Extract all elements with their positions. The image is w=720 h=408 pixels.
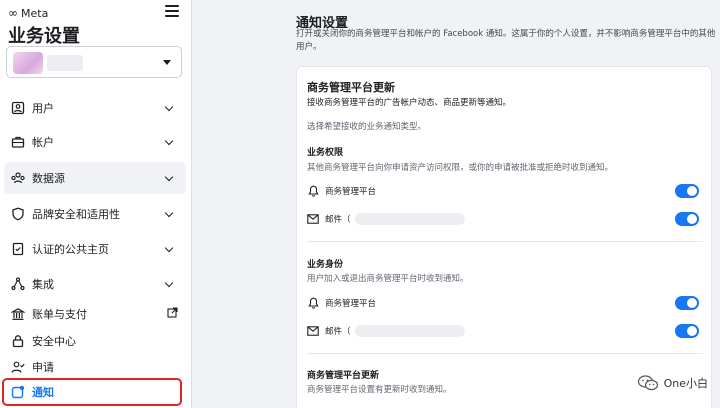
section-title-business-identity: 业务身份 bbox=[307, 260, 344, 270]
business-name-redacted bbox=[47, 55, 83, 71]
chevron-down-icon bbox=[164, 172, 174, 182]
notification-row: 邮件（ bbox=[307, 210, 707, 228]
sidebar-item-label: 数据源 bbox=[32, 172, 65, 185]
mail-icon bbox=[307, 213, 319, 225]
sidebar-item-notifications[interactable]: 通知 bbox=[2, 378, 182, 406]
chevron-down-icon bbox=[164, 243, 174, 253]
section-divider bbox=[307, 241, 703, 242]
row-label: 邮件（ bbox=[325, 215, 351, 225]
sidebar-item-users[interactable]: 用户 bbox=[4, 92, 186, 124]
section-divider bbox=[307, 353, 703, 354]
sidebar-title: 业务设置 bbox=[8, 26, 80, 47]
user-badge-icon bbox=[10, 100, 26, 116]
notification-row: 邮件（ bbox=[307, 322, 707, 340]
section-description: 用户加入或退出商务管理平台时收到通知。 bbox=[307, 274, 469, 284]
people-group-icon bbox=[10, 170, 26, 186]
sidebar-item-data-sources[interactable]: 数据源 bbox=[4, 162, 186, 194]
email-redacted bbox=[354, 213, 465, 225]
bank-icon bbox=[10, 306, 26, 322]
card-subtitle: 接收商务管理平台的广告帐户动态、商品更新等通知。 bbox=[307, 98, 512, 108]
notification-row: 商务管理平台 bbox=[307, 182, 707, 200]
sidebar-item-verified-pages[interactable]: 认证的公共主页 bbox=[4, 233, 186, 265]
verified-page-icon bbox=[10, 241, 26, 257]
section-description: 商务管理平台设置有更新时收到通知。 bbox=[307, 385, 452, 395]
bell-icon bbox=[307, 185, 319, 197]
row-label: 商务管理平台 bbox=[325, 187, 377, 197]
external-link-icon bbox=[167, 307, 178, 321]
email-identity-toggle[interactable] bbox=[675, 324, 699, 338]
lock-icon bbox=[10, 333, 26, 349]
mail-icon bbox=[307, 325, 319, 337]
sidebar-item-label: 帐户 bbox=[32, 136, 54, 149]
main-content: 通知设置 打开或关闭你的商务管理平台和帐户的 Facebook 通知。这属于你的… bbox=[192, 0, 720, 408]
chevron-down-icon bbox=[164, 136, 174, 146]
bm-permissions-toggle[interactable] bbox=[675, 184, 699, 198]
chevron-down-icon bbox=[164, 102, 174, 112]
row-label: 商务管理平台 bbox=[325, 299, 377, 309]
section-description: 其他商务管理平台向你申请资产访问权限，或你的申请被批准或拒绝时收到通知。 bbox=[307, 163, 614, 173]
bell-icon bbox=[307, 297, 319, 309]
business-account-selector[interactable] bbox=[6, 46, 182, 78]
sidebar-item-label: 账单与支付 bbox=[32, 308, 87, 321]
sidebar: ∞ Meta 业务设置 用户 帐户 数据源 品牌安全和适用性 认证的公共主页 集… bbox=[0, 0, 192, 408]
sidebar-item-label: 认证的公共主页 bbox=[32, 243, 109, 256]
meta-infinity-icon: ∞ bbox=[8, 6, 18, 20]
page-description: 打开或关闭你的商务管理平台和帐户的 Facebook 通知。这属于你的个人设置，… bbox=[296, 29, 716, 52]
section-title-bm-updates: 商务管理平台更新 bbox=[307, 371, 380, 381]
sidebar-item-label: 申请 bbox=[32, 361, 54, 374]
wechat-icon bbox=[637, 375, 658, 391]
sidebar-item-label: 用户 bbox=[32, 102, 54, 115]
sidebar-item-label: 通知 bbox=[32, 386, 54, 399]
business-avatar bbox=[13, 52, 43, 74]
briefcase-icon bbox=[10, 134, 26, 150]
sidebar-item-label: 集成 bbox=[32, 278, 54, 291]
card-title: 商务管理平台更新 bbox=[307, 81, 395, 94]
sidebar-item-integrations[interactable]: 集成 bbox=[4, 268, 186, 300]
section-title-business-permissions: 业务权限 bbox=[307, 148, 344, 158]
caret-down-icon bbox=[163, 60, 171, 65]
card-hint: 选择希望接收的业务通知类型。 bbox=[307, 122, 427, 132]
email-redacted bbox=[354, 325, 465, 337]
row-label: 邮件（ bbox=[325, 327, 351, 337]
watermark: One小白 bbox=[637, 374, 708, 392]
meta-logo-text: Meta bbox=[21, 6, 49, 20]
sidebar-item-accounts[interactable]: 帐户 bbox=[4, 126, 186, 158]
email-permissions-toggle[interactable] bbox=[675, 212, 699, 226]
sidebar-item-label: 安全中心 bbox=[32, 335, 76, 348]
notification-icon bbox=[10, 384, 26, 400]
chevron-down-icon bbox=[164, 278, 174, 288]
business-updates-card: 商务管理平台更新 接收商务管理平台的广告帐户动态、商品更新等通知。 选择希望接收… bbox=[296, 66, 712, 408]
sidebar-item-label: 品牌安全和适用性 bbox=[32, 208, 120, 221]
chevron-down-icon bbox=[164, 208, 174, 218]
sidebar-item-brand-safety[interactable]: 品牌安全和适用性 bbox=[4, 198, 186, 230]
meta-logo[interactable]: ∞ Meta bbox=[8, 6, 48, 20]
user-check-icon bbox=[10, 359, 26, 375]
bm-identity-toggle[interactable] bbox=[675, 296, 699, 310]
notification-row: 商务管理平台 bbox=[307, 294, 707, 312]
integration-nodes-icon bbox=[10, 276, 26, 292]
shield-icon bbox=[10, 206, 26, 222]
hamburger-menu-icon[interactable] bbox=[165, 5, 179, 17]
watermark-text: One小白 bbox=[663, 377, 708, 390]
